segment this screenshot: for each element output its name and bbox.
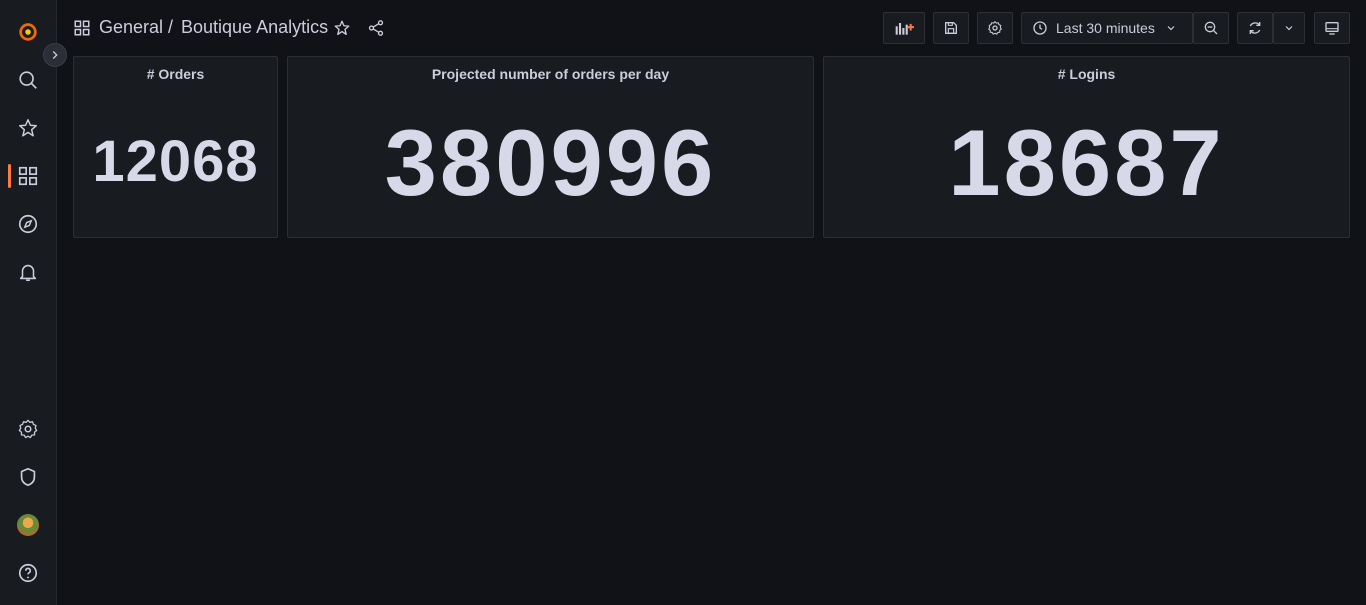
- time-range-picker[interactable]: Last 30 minutes: [1021, 12, 1193, 44]
- add-panel-icon: [895, 23, 914, 35]
- star-icon: [334, 20, 350, 36]
- zoom-out-icon: [1204, 21, 1218, 35]
- share-dashboard-button[interactable]: [366, 18, 386, 38]
- tv-mode-button[interactable]: [1314, 12, 1350, 44]
- share-icon: [368, 20, 384, 36]
- refresh-button[interactable]: [1237, 12, 1273, 44]
- alerting-icon[interactable]: [16, 260, 40, 284]
- stat-panel-orders[interactable]: # Orders 12068: [73, 56, 278, 238]
- save-dashboard-button[interactable]: [933, 12, 969, 44]
- dashboards-icon[interactable]: [16, 164, 40, 188]
- active-indicator: [8, 164, 11, 188]
- shield-icon[interactable]: [16, 465, 40, 489]
- avatar[interactable]: [17, 514, 39, 536]
- zoom-out-button[interactable]: [1193, 12, 1229, 44]
- dashboard-title[interactable]: Boutique Analytics: [181, 17, 328, 38]
- chevron-right-icon: [52, 51, 58, 59]
- stat-panel-projected-orders[interactable]: Projected number of orders per day 38099…: [287, 56, 814, 238]
- sidebar: [0, 0, 67, 605]
- stat-value: 18687: [948, 110, 1225, 215]
- gear-icon: [988, 21, 1002, 35]
- explore-icon[interactable]: [16, 212, 40, 236]
- top-navbar: General / Boutique Analytics Last 30 min…: [57, 0, 1366, 56]
- breadcrumb-separator: /: [168, 17, 174, 37]
- add-panel-button[interactable]: [883, 12, 925, 44]
- chevron-down-icon: [1167, 26, 1175, 31]
- chevron-down-icon: [1285, 26, 1293, 31]
- expand-sidebar-button[interactable]: [43, 43, 67, 67]
- breadcrumb-folder-link[interactable]: General: [99, 17, 163, 38]
- settings-icon[interactable]: [16, 417, 40, 441]
- star-dashboard-button[interactable]: [332, 18, 352, 38]
- dashboard-grid-icon: [74, 20, 90, 36]
- refresh-interval-dropdown[interactable]: [1273, 12, 1305, 44]
- star-icon[interactable]: [16, 116, 40, 140]
- stat-panel-logins[interactable]: # Logins 18687: [823, 56, 1350, 238]
- stat-value: 12068: [92, 129, 259, 194]
- panel-title[interactable]: Projected number of orders per day: [288, 66, 813, 82]
- help-icon[interactable]: [16, 561, 40, 585]
- save-icon: [945, 22, 957, 34]
- panel-title[interactable]: # Logins: [824, 66, 1349, 82]
- search-icon[interactable]: [16, 68, 40, 92]
- dashboard-settings-button[interactable]: [977, 12, 1013, 44]
- clock-icon: [1033, 21, 1047, 35]
- refresh-icon: [1249, 22, 1261, 34]
- grafana-logo-icon[interactable]: [16, 20, 40, 44]
- panel-title[interactable]: # Orders: [74, 66, 277, 82]
- time-range-label: Last 30 minutes: [1056, 20, 1155, 36]
- stat-value: 380996: [384, 110, 717, 215]
- monitor-icon: [1325, 22, 1339, 35]
